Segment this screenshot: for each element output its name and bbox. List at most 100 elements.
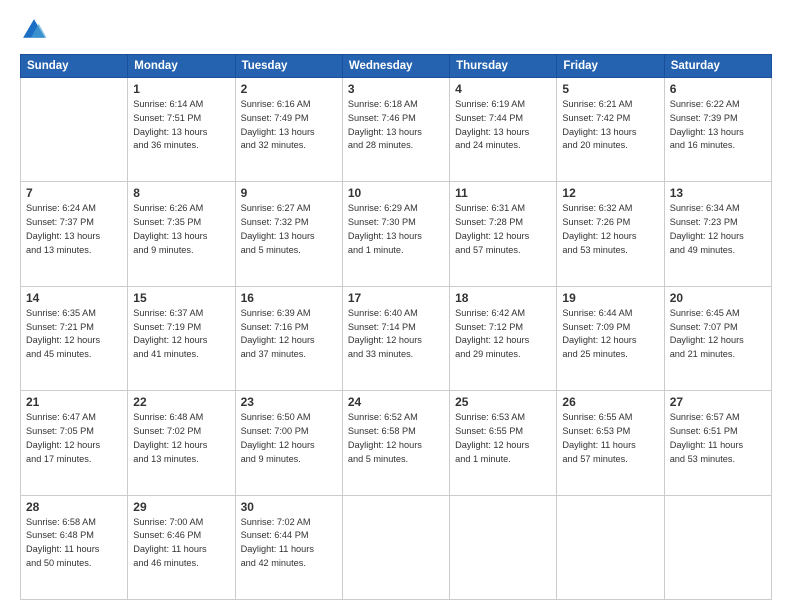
calendar-cell: 20 Sunrise: 6:45 AMSunset: 7:07 PMDayligh… [664, 286, 771, 390]
day-number: 2 [241, 82, 337, 96]
day-number: 28 [26, 500, 122, 514]
day-info: Sunrise: 6:47 AMSunset: 7:05 PMDaylight:… [26, 411, 122, 466]
day-number: 15 [133, 291, 229, 305]
day-info: Sunrise: 6:50 AMSunset: 7:00 PMDaylight:… [241, 411, 337, 466]
day-number: 7 [26, 186, 122, 200]
day-info: Sunrise: 6:31 AMSunset: 7:28 PMDaylight:… [455, 202, 551, 257]
day-info: Sunrise: 6:44 AMSunset: 7:09 PMDaylight:… [562, 307, 658, 362]
day-info: Sunrise: 6:29 AMSunset: 7:30 PMDaylight:… [348, 202, 444, 257]
day-info: Sunrise: 6:40 AMSunset: 7:14 PMDaylight:… [348, 307, 444, 362]
calendar-cell: 2 Sunrise: 6:16 AMSunset: 7:49 PMDaylight… [235, 78, 342, 182]
day-number: 10 [348, 186, 444, 200]
calendar-table: SundayMondayTuesdayWednesdayThursdayFrid… [20, 54, 772, 600]
day-info: Sunrise: 6:37 AMSunset: 7:19 PMDaylight:… [133, 307, 229, 362]
calendar-cell [557, 495, 664, 599]
page: SundayMondayTuesdayWednesdayThursdayFrid… [0, 0, 792, 612]
calendar-cell: 9 Sunrise: 6:27 AMSunset: 7:32 PMDaylight… [235, 182, 342, 286]
day-number: 13 [670, 186, 766, 200]
day-number: 26 [562, 395, 658, 409]
day-info: Sunrise: 7:00 AMSunset: 6:46 PMDaylight:… [133, 516, 229, 571]
calendar-cell: 5 Sunrise: 6:21 AMSunset: 7:42 PMDaylight… [557, 78, 664, 182]
calendar-cell: 24Sunrise: 6:52 AMSunset: 6:58 PMDayligh… [342, 391, 449, 495]
calendar-cell: 21 Sunrise: 6:47 AMSunset: 7:05 PMDayligh… [21, 391, 128, 495]
day-number: 20 [670, 291, 766, 305]
day-number: 1 [133, 82, 229, 96]
day-info: Sunrise: 6:53 AMSunset: 6:55 PMDaylight:… [455, 411, 551, 466]
calendar-cell: 6 Sunrise: 6:22 AMSunset: 7:39 PMDaylight… [664, 78, 771, 182]
calendar-cell: 8Sunrise: 6:26 AMSunset: 7:35 PMDaylight… [128, 182, 235, 286]
day-number: 3 [348, 82, 444, 96]
header [20, 16, 772, 44]
day-number: 16 [241, 291, 337, 305]
calendar-cell: 28 Sunrise: 6:58 AMSunset: 6:48 PMDayligh… [21, 495, 128, 599]
calendar-cell: 27 Sunrise: 6:57 AMSunset: 6:51 PMDayligh… [664, 391, 771, 495]
day-info: Sunrise: 6:58 AMSunset: 6:48 PMDaylight:… [26, 516, 122, 571]
day-number: 8 [133, 186, 229, 200]
day-header-tuesday: Tuesday [235, 55, 342, 78]
day-info: Sunrise: 6:22 AMSunset: 7:39 PMDaylight:… [670, 98, 766, 153]
day-info: Sunrise: 6:55 AMSunset: 6:53 PMDaylight:… [562, 411, 658, 466]
day-number: 27 [670, 395, 766, 409]
day-number: 29 [133, 500, 229, 514]
day-number: 19 [562, 291, 658, 305]
day-info: Sunrise: 6:57 AMSunset: 6:51 PMDaylight:… [670, 411, 766, 466]
day-number: 4 [455, 82, 551, 96]
week-row-3: 14 Sunrise: 6:35 AMSunset: 7:21 PMDayligh… [21, 286, 772, 390]
day-number: 14 [26, 291, 122, 305]
day-number: 21 [26, 395, 122, 409]
day-number: 25 [455, 395, 551, 409]
day-info: Sunrise: 6:21 AMSunset: 7:42 PMDaylight:… [562, 98, 658, 153]
day-info: Sunrise: 6:14 AMSunset: 7:51 PMDaylight:… [133, 98, 229, 153]
day-number: 18 [455, 291, 551, 305]
day-info: Sunrise: 7:02 AMSunset: 6:44 PMDaylight:… [241, 516, 337, 571]
calendar-cell: 19 Sunrise: 6:44 AMSunset: 7:09 PMDayligh… [557, 286, 664, 390]
calendar-cell: 11 Sunrise: 6:31 AMSunset: 7:28 PMDayligh… [450, 182, 557, 286]
day-info: Sunrise: 6:45 AMSunset: 7:07 PMDaylight:… [670, 307, 766, 362]
day-info: Sunrise: 6:39 AMSunset: 7:16 PMDaylight:… [241, 307, 337, 362]
calendar-cell [342, 495, 449, 599]
day-number: 24 [348, 395, 444, 409]
day-info: Sunrise: 6:34 AMSunset: 7:23 PMDaylight:… [670, 202, 766, 257]
day-number: 17 [348, 291, 444, 305]
calendar-cell: 22 Sunrise: 6:48 AMSunset: 7:02 PMDayligh… [128, 391, 235, 495]
day-header-saturday: Saturday [664, 55, 771, 78]
day-number: 9 [241, 186, 337, 200]
calendar-cell: 23 Sunrise: 6:50 AMSunset: 7:00 PMDayligh… [235, 391, 342, 495]
day-info: Sunrise: 6:16 AMSunset: 7:49 PMDaylight:… [241, 98, 337, 153]
calendar-cell [664, 495, 771, 599]
day-info: Sunrise: 6:32 AMSunset: 7:26 PMDaylight:… [562, 202, 658, 257]
day-number: 12 [562, 186, 658, 200]
calendar-cell: 18Sunrise: 6:42 AMSunset: 7:12 PMDayligh… [450, 286, 557, 390]
day-number: 6 [670, 82, 766, 96]
day-info: Sunrise: 6:24 AMSunset: 7:37 PMDaylight:… [26, 202, 122, 257]
calendar-cell: 29 Sunrise: 7:00 AMSunset: 6:46 PMDayligh… [128, 495, 235, 599]
day-number: 23 [241, 395, 337, 409]
calendar-cell: 10 Sunrise: 6:29 AMSunset: 7:30 PMDayligh… [342, 182, 449, 286]
week-row-5: 28 Sunrise: 6:58 AMSunset: 6:48 PMDayligh… [21, 495, 772, 599]
day-number: 22 [133, 395, 229, 409]
calendar-cell: 4 Sunrise: 6:19 AMSunset: 7:44 PMDaylight… [450, 78, 557, 182]
logo-icon [20, 16, 48, 44]
calendar-cell: 13 Sunrise: 6:34 AMSunset: 7:23 PMDayligh… [664, 182, 771, 286]
calendar-cell: 17 Sunrise: 6:40 AMSunset: 7:14 PMDayligh… [342, 286, 449, 390]
calendar-cell: 15 Sunrise: 6:37 AMSunset: 7:19 PMDayligh… [128, 286, 235, 390]
day-header-wednesday: Wednesday [342, 55, 449, 78]
calendar-cell: 14 Sunrise: 6:35 AMSunset: 7:21 PMDayligh… [21, 286, 128, 390]
calendar-cell [21, 78, 128, 182]
week-row-4: 21 Sunrise: 6:47 AMSunset: 7:05 PMDayligh… [21, 391, 772, 495]
calendar-cell [450, 495, 557, 599]
day-info: Sunrise: 6:19 AMSunset: 7:44 PMDaylight:… [455, 98, 551, 153]
week-row-2: 7 Sunrise: 6:24 AMSunset: 7:37 PMDaylight… [21, 182, 772, 286]
day-info: Sunrise: 6:48 AMSunset: 7:02 PMDaylight:… [133, 411, 229, 466]
day-header-friday: Friday [557, 55, 664, 78]
day-info: Sunrise: 6:27 AMSunset: 7:32 PMDaylight:… [241, 202, 337, 257]
day-info: Sunrise: 6:35 AMSunset: 7:21 PMDaylight:… [26, 307, 122, 362]
day-number: 11 [455, 186, 551, 200]
calendar-cell: 12 Sunrise: 6:32 AMSunset: 7:26 PMDayligh… [557, 182, 664, 286]
day-header-sunday: Sunday [21, 55, 128, 78]
calendar-cell: 30Sunrise: 7:02 AMSunset: 6:44 PMDayligh… [235, 495, 342, 599]
day-number: 5 [562, 82, 658, 96]
days-header-row: SundayMondayTuesdayWednesdayThursdayFrid… [21, 55, 772, 78]
calendar-body: 1 Sunrise: 6:14 AMSunset: 7:51 PMDaylight… [21, 78, 772, 600]
day-header-thursday: Thursday [450, 55, 557, 78]
